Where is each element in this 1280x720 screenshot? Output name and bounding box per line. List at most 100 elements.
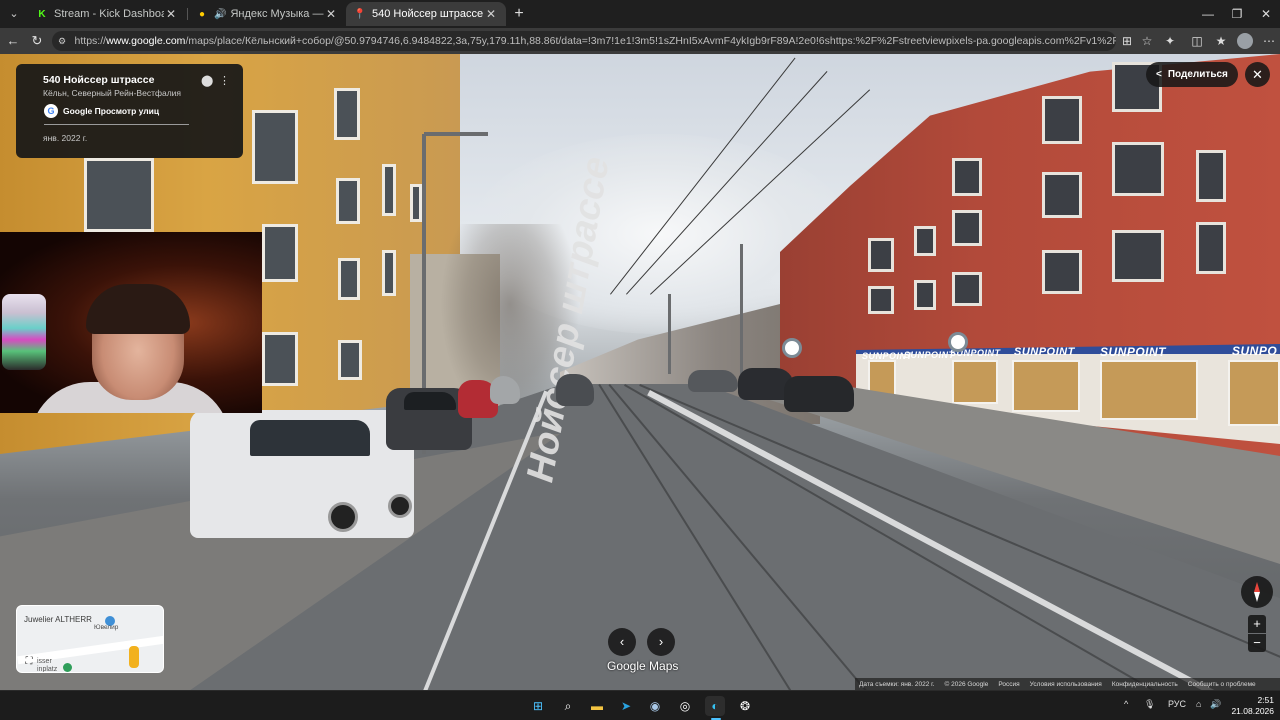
window	[262, 332, 298, 386]
tab-google-maps[interactable]: 📍 540 Нойссер штрассе – Google К ✕	[346, 2, 506, 26]
extensions-icon[interactable]: ✦	[1161, 32, 1179, 50]
tab-yandex-music[interactable]: ● 🔊 Яндекс Музыка — собираем ✕	[188, 2, 346, 26]
window	[1112, 230, 1164, 282]
app-icon[interactable]: ❂	[735, 696, 755, 716]
mini-map[interactable]: Juwelier ALTHERR Ювелир isser inplatz ⛶	[16, 605, 164, 673]
transit-poi-icon[interactable]	[63, 663, 72, 672]
parked-car-distant	[688, 370, 738, 392]
capture-date[interactable]: янв. 2022 г.	[43, 133, 87, 143]
attribution-bar: Дата съемки: янв. 2022 г. © 2026 Google …	[855, 678, 1280, 690]
shop-sign: SUNPO	[1232, 344, 1278, 358]
reload-button[interactable]: ↻	[28, 32, 46, 50]
clock-time: 2:51	[1257, 695, 1274, 705]
file-explorer-icon[interactable]: ▬	[587, 696, 607, 716]
close-window-button[interactable]: ✕	[1251, 0, 1280, 28]
window	[952, 210, 982, 246]
share-button[interactable]: < Поделиться	[1146, 62, 1238, 87]
kick-icon: K	[38, 8, 46, 20]
shop-sign: SUNPOINT	[1100, 345, 1167, 359]
terms-link[interactable]: Условия использования	[1030, 681, 1102, 688]
tab-close-icon[interactable]: ✕	[164, 7, 178, 21]
close-street-view-button[interactable]: ✕	[1245, 62, 1270, 87]
edge-browser-icon[interactable]: ◐	[705, 696, 725, 716]
report-problem-link[interactable]: Сообщить о проблеме	[1188, 681, 1256, 688]
window	[1112, 142, 1164, 196]
shop-window	[1228, 360, 1280, 426]
window	[1196, 222, 1226, 274]
restore-button[interactable]: ❐	[1222, 0, 1252, 28]
volume-icon[interactable]: 🔊	[1210, 699, 1221, 710]
window	[1042, 96, 1082, 144]
microphone-icon[interactable]: 🎙	[1144, 699, 1155, 710]
tab-title: 540 Нойссер штрассе – Google К	[372, 8, 484, 20]
browser-toolbar: ← ↻ ⚙ https://www.google.com/maps/place/…	[0, 28, 1280, 54]
app-available-icon[interactable]: ⊞	[1118, 32, 1136, 50]
window	[338, 340, 362, 380]
privacy-link[interactable]: Конфиденциальность	[1112, 681, 1178, 688]
window	[338, 258, 360, 300]
oncoming-car	[556, 374, 594, 406]
expand-map-icon[interactable]: ⛶	[23, 656, 35, 668]
profile-avatar[interactable]	[1237, 33, 1253, 49]
minimap-poi-sublabel: Ювелир	[94, 624, 119, 631]
window	[1196, 150, 1226, 202]
zoom-in-button[interactable]: +	[1248, 615, 1266, 633]
tab-kick-dashboard[interactable]: K Stream - Kick Dashboard ✕	[28, 2, 186, 26]
site-info-icon[interactable]: ⚙	[58, 35, 69, 47]
window	[410, 184, 422, 222]
street-view-location-pin[interactable]	[948, 332, 968, 352]
back-button[interactable]: ←	[4, 32, 22, 50]
window	[382, 250, 396, 296]
zoom-out-button[interactable]: −	[1248, 634, 1266, 652]
window	[262, 224, 298, 282]
google-maps-logo: Google Maps	[607, 659, 679, 673]
windows-taskbar: ⊞ ⌕ ▬ ➤ ◉ ◎ ◐ ❂ ^ 🎙 РУС ⌂ 🔊 2:51 21.08.2…	[0, 690, 1280, 720]
window	[252, 110, 298, 184]
share-label: Поделиться	[1167, 69, 1228, 80]
minimap-poi-label: Juwelier ALTHERR	[24, 615, 92, 624]
window	[952, 158, 982, 196]
tab-search-menu-icon[interactable]: ⌄	[4, 4, 24, 24]
network-icon[interactable]: ⌂	[1196, 699, 1201, 709]
compass-north-icon	[1254, 582, 1260, 592]
new-tab-button[interactable]: +	[510, 5, 528, 23]
more-vert-icon[interactable]: ⋮	[219, 74, 230, 88]
favorites-icon[interactable]: ★	[1212, 32, 1230, 50]
place-info-card: 540 Нойссер штрассе Кёльн, Северный Рейн…	[16, 64, 243, 158]
telegram-icon[interactable]: ➤	[616, 696, 636, 716]
shop-sign: SUNPOINT	[904, 350, 955, 360]
previous-photo-button[interactable]: ‹	[608, 628, 636, 656]
steam-icon[interactable]: ◉	[645, 696, 665, 716]
obs-icon[interactable]: ◎	[675, 696, 695, 716]
language-indicator[interactable]: РУС	[1168, 699, 1186, 709]
attribution-country[interactable]: Россия	[998, 681, 1019, 688]
address-bar[interactable]: ⚙ https://www.google.com/maps/place/Кёль…	[52, 31, 1116, 51]
webcam-overlay	[0, 232, 262, 413]
system-clock[interactable]: 2:51 21.08.2026	[1226, 695, 1274, 717]
window	[84, 158, 154, 232]
tab-close-icon[interactable]: ✕	[484, 7, 498, 21]
show-hidden-icons-icon[interactable]: ^	[1124, 699, 1128, 709]
bookmark-star-icon[interactable]: ☆	[1138, 32, 1156, 50]
shop-sign: SUNPOINT	[1014, 346, 1075, 358]
timeline-bar[interactable]	[44, 124, 189, 125]
search-icon[interactable]: ⌕	[558, 696, 578, 716]
compass-button[interactable]	[1241, 576, 1273, 608]
catenary-pole	[668, 294, 671, 374]
place-subtitle: Кёльн, Северный Рейн-Вестфалия	[43, 88, 182, 98]
pegman-icon[interactable]	[129, 646, 139, 668]
tab-close-icon[interactable]: ✕	[324, 7, 338, 21]
speaker-icon[interactable]: 🔊	[214, 9, 226, 20]
street-view-location-pin[interactable]	[782, 338, 802, 358]
more-menu-icon[interactable]: ⋯	[1260, 32, 1278, 50]
next-photo-button[interactable]: ›	[647, 628, 675, 656]
minimize-button[interactable]: —	[1193, 0, 1223, 28]
compass-south-icon	[1254, 592, 1260, 602]
tab-title: Stream - Kick Dashboard	[54, 8, 164, 20]
imagery-source: Google Просмотр улиц	[63, 106, 160, 116]
map-pin-icon[interactable]: ⬤	[201, 74, 213, 88]
start-menu-icon[interactable]: ⊞	[528, 696, 548, 716]
yandex-music-icon: ●	[198, 8, 206, 20]
split-screen-icon[interactable]: ◫	[1188, 32, 1206, 50]
window	[382, 164, 396, 216]
